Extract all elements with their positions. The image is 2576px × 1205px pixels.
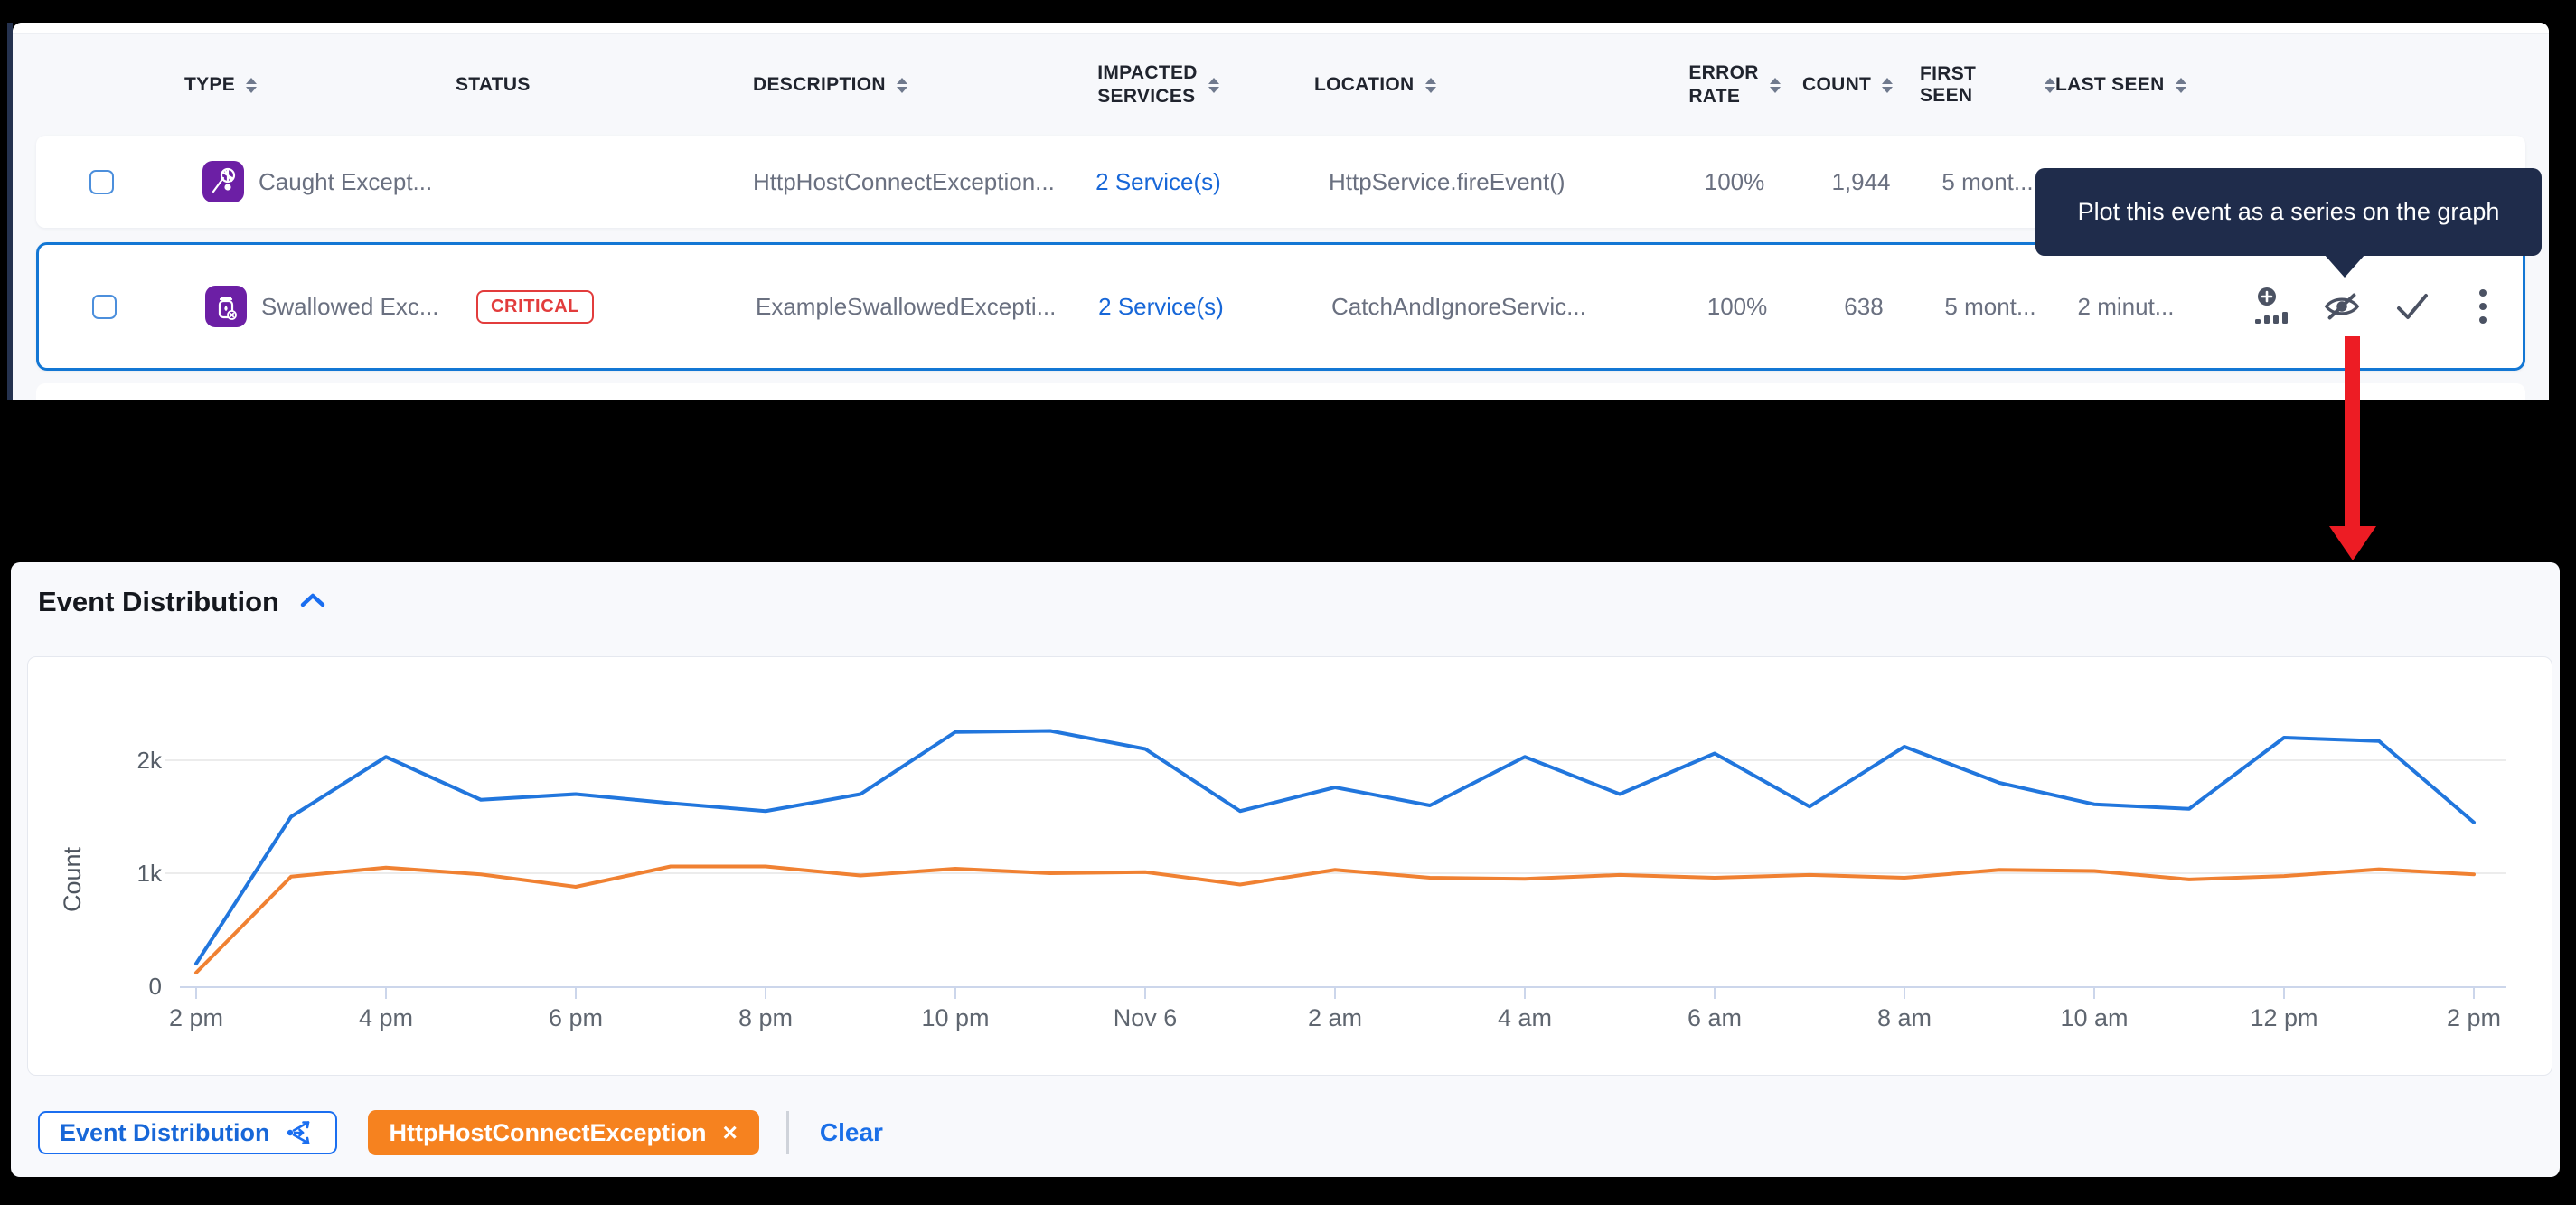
location-cell: CatchAndIgnoreServic...	[1254, 293, 1669, 321]
x-tick-label: 12 pm	[2250, 1004, 2317, 1031]
col-label: IMPACTED SERVICES	[1097, 61, 1198, 109]
first-seen-cell: 5 mont...	[1923, 293, 2058, 321]
sort-icon[interactable]	[1425, 78, 1436, 93]
col-header-impacted-services[interactable]: IMPACTED SERVICES	[1066, 61, 1251, 109]
row-actions	[2194, 287, 2510, 326]
sort-icon[interactable]	[897, 78, 907, 93]
series-branch-icon	[285, 1117, 315, 1148]
table-row-partial[interactable]	[36, 383, 2525, 400]
table-row-selected[interactable]: Swallowed Exc... CRITICAL ExampleSwallow…	[36, 242, 2525, 371]
impacted-services-link[interactable]: 2 Service(s)	[1068, 293, 1254, 321]
x-tick-label: 6 am	[1688, 1004, 1742, 1031]
sort-icon[interactable]	[1882, 78, 1893, 93]
col-label: ERROR RATE	[1688, 61, 1758, 109]
caught-exception-icon	[202, 161, 244, 202]
type-label: Caught Except...	[259, 168, 432, 196]
panel-title: Event Distribution	[38, 586, 279, 618]
x-tick-label: 8 am	[1877, 1004, 1932, 1031]
description-cell[interactable]: ExampleSwallowedExcepti...	[716, 293, 1068, 321]
sort-icon[interactable]	[2045, 78, 2055, 93]
resolve-check-icon[interactable]	[2393, 287, 2432, 326]
chart-svg: 2 pm 4 pm 6 pm 8 pm 10 pm Nov 6 2 am 4 am 6 am 8 …	[28, 657, 2552, 1075]
col-header-description[interactable]: DESCRIPTION	[713, 74, 1066, 96]
col-label: COUNT	[1802, 74, 1871, 96]
type-label: Swallowed Exc...	[261, 293, 439, 321]
series-chip-label: HttpHostConnectException	[390, 1119, 707, 1147]
tooltip-text: Plot this event as a series on the graph	[2078, 198, 2500, 226]
x-tick-label: 2 pm	[2447, 1004, 2501, 1031]
col-header-last-seen[interactable]: LAST SEEN	[2055, 74, 2191, 96]
chart-card: 2 pm 4 pm 6 pm 8 pm 10 pm Nov 6 2 am 4 am 6 am 8 …	[27, 656, 2552, 1076]
col-header-first-seen[interactable]: FIRST SEEN	[1920, 63, 2055, 107]
legend-divider	[786, 1111, 789, 1154]
y-tick-label: 2k	[137, 747, 163, 774]
hide-event-icon[interactable]	[2322, 287, 2362, 326]
chart-legend-row: Event Distribution HttpHostConnectExcept…	[38, 1110, 883, 1155]
count-cell: 1,944	[1802, 168, 1920, 196]
error-rate-cell: 100%	[1667, 168, 1802, 196]
page: TYPE STATUS DESCRIPTION IMPACTED SERVICE…	[0, 0, 2576, 1205]
row-checkbox[interactable]	[89, 170, 114, 194]
x-tick-label: 2 am	[1308, 1004, 1362, 1031]
col-label: TYPE	[184, 74, 235, 96]
type-cell: Caught Except...	[184, 161, 456, 202]
event-distribution-panel: Event Distribution 2 pm 4 pm 6 pm 8 pm 10 pm…	[11, 562, 2560, 1177]
description-cell[interactable]: HttpHostConnectException...	[713, 168, 1066, 196]
status-cell: CRITICAL	[458, 290, 716, 324]
col-header-error-rate[interactable]: ERROR RATE	[1667, 61, 1802, 109]
col-header-location[interactable]: LOCATION	[1251, 74, 1667, 96]
tooltip-tail	[2324, 254, 2365, 278]
row-checkbox-cell	[52, 295, 187, 319]
x-tick-label: 10 pm	[921, 1004, 989, 1031]
series-chip[interactable]: HttpHostConnectException ×	[368, 1110, 759, 1155]
x-tick-label: Nov 6	[1114, 1004, 1178, 1031]
last-seen-cell: 2 minut...	[2058, 293, 2194, 321]
row-checkbox-cell	[49, 170, 184, 194]
location-cell: HttpService.fireEvent()	[1251, 168, 1667, 196]
x-tick-label: 6 pm	[549, 1004, 603, 1031]
col-header-count[interactable]: COUNT	[1802, 74, 1920, 96]
table-header-row: TYPE STATUS DESCRIPTION IMPACTED SERVICE…	[13, 35, 2549, 135]
col-label: FIRST SEEN	[1920, 63, 2034, 107]
impacted-services-link[interactable]: 2 Service(s)	[1066, 168, 1251, 196]
count-cell: 638	[1805, 293, 1923, 321]
series-button-label: Event Distribution	[60, 1119, 270, 1147]
x-tick-label: 8 pm	[738, 1004, 793, 1031]
event-distribution-series-button[interactable]: Event Distribution	[38, 1111, 337, 1154]
y-tick-label: 1k	[137, 860, 163, 887]
col-header-type[interactable]: TYPE	[184, 74, 456, 96]
plot-on-graph-icon[interactable]	[2252, 287, 2291, 326]
sort-icon[interactable]	[1208, 78, 1219, 93]
plot-tooltip: Plot this event as a series on the graph	[2035, 168, 2542, 256]
kebab-menu-icon[interactable]	[2463, 287, 2503, 326]
critical-badge: CRITICAL	[476, 290, 594, 324]
series-line-httphostconnectexception	[196, 867, 2474, 974]
col-label: LOCATION	[1314, 74, 1415, 96]
panel-top-edge	[13, 23, 2549, 34]
x-tick-label: 10 am	[2060, 1004, 2128, 1031]
col-header-status[interactable]: STATUS	[456, 74, 713, 96]
sort-icon[interactable]	[1770, 78, 1781, 93]
error-rate-cell: 100%	[1669, 293, 1805, 321]
x-tick-label: 4 pm	[359, 1004, 413, 1031]
annotation-arrowhead-icon	[2329, 526, 2376, 560]
annotation-arrow-shaft	[2345, 336, 2360, 528]
series-line-event-distribution	[196, 731, 2474, 965]
col-label: LAST SEEN	[2055, 74, 2165, 96]
remove-series-icon[interactable]: ×	[723, 1120, 738, 1145]
sort-icon[interactable]	[2176, 78, 2186, 93]
col-label: STATUS	[456, 74, 531, 96]
y-tick-label: 0	[149, 973, 162, 1000]
row-checkbox[interactable]	[92, 295, 117, 319]
x-tick-label: 4 am	[1498, 1004, 1552, 1031]
col-label: DESCRIPTION	[753, 74, 886, 96]
swallowed-exception-icon	[205, 286, 247, 327]
type-cell: Swallowed Exc...	[187, 286, 458, 327]
x-tick-label: 2 pm	[169, 1004, 223, 1031]
y-axis-title: Count	[59, 846, 86, 912]
collapse-chevron-icon[interactable]	[299, 591, 326, 614]
sort-icon[interactable]	[246, 78, 257, 93]
clear-button[interactable]: Clear	[820, 1118, 883, 1147]
panel-header: Event Distribution	[38, 586, 326, 618]
